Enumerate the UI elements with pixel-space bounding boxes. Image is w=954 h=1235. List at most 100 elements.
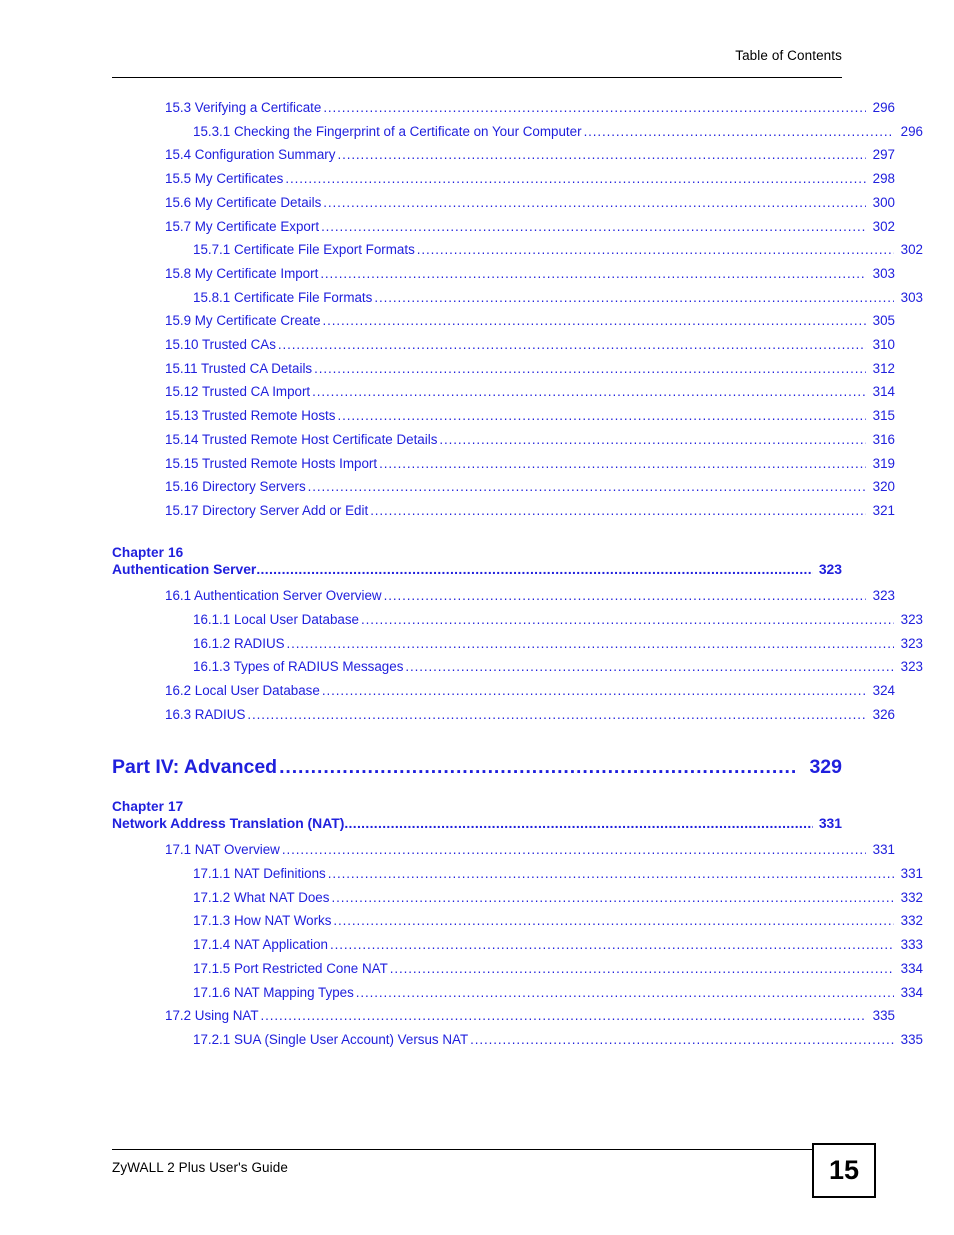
toc-part-4-row[interactable]: Part IV: Advanced 329 (112, 758, 842, 778)
toc-entry-page-number: 323 (900, 611, 923, 627)
toc-entry-label: 17.1.6 NAT Mapping Types (193, 984, 354, 1000)
toc-entry[interactable]: 16.2 Local User Database 324 (165, 682, 895, 698)
toc-chapter-16-heading[interactable]: Chapter 16 Authentication Server 323 (112, 546, 842, 578)
part-4-title: Part IV: Advanced (112, 756, 278, 779)
toc-entry-label: 17.1.1 NAT Definitions (193, 866, 326, 882)
toc-entry-page-number: 302 (900, 242, 923, 258)
toc-entry-page-number: 296 (872, 100, 895, 115)
toc-entry[interactable]: 15.5 My Certificates 298 (165, 171, 895, 187)
toc-entry-label: 15.16 Directory Servers (165, 479, 306, 495)
dot-leader (331, 891, 894, 904)
toc-entry-label: 15.7 My Certificate Export (165, 218, 320, 234)
toc-entry[interactable]: 15.3 Verifying a Certificate 296 (165, 100, 895, 115)
dot-leader (405, 660, 894, 673)
toc-group-chapter-17: 17.1 NAT Overview331 17.1.1 NAT Definitio… (112, 843, 923, 1046)
toc-entry-page-number: 333 (900, 937, 923, 953)
chapter-17-title-row[interactable]: Network Address Translation (NAT) 331 (112, 817, 842, 831)
toc-entry-page-number: 316 (872, 431, 895, 447)
toc-entry-page-number: 326 (872, 706, 895, 722)
toc-entry-page-number: 305 (872, 313, 895, 329)
footer-guide-title: ZyWALL 2 Plus User's Guide (112, 1160, 288, 1175)
toc-entry[interactable]: 15.7.1 Certificate File Export Formats 30… (193, 242, 923, 258)
toc-entry[interactable]: 15.17 Directory Server Add or Edit 321 (165, 502, 895, 518)
toc-entry[interactable]: 15.14 Trusted Remote Host Certificate De… (165, 431, 895, 447)
toc-entry[interactable]: 17.1.4 NAT Application 333 (193, 937, 923, 953)
toc-chapter-17-heading[interactable]: Chapter 17 Network Address Translation (… (112, 800, 842, 832)
chapter-16-title: Authentication Server (112, 561, 257, 578)
toc-entry[interactable]: 15.12 Trusted CA Import 314 (165, 384, 895, 400)
toc-entry-page-number: 331 (900, 866, 923, 882)
toc-entry[interactable]: 16.1 Authentication Server Overview 323 (165, 588, 895, 604)
toc-entry-label: 15.8.1 Certificate File Formats (193, 289, 373, 305)
toc-entry[interactable]: 17.1.5 Port Restricted Cone NAT 334 (193, 960, 923, 976)
toc-entry[interactable]: 17.2 Using NAT 335 (165, 1008, 895, 1024)
toc-entry-page-number: 331 (872, 842, 895, 858)
toc-entry-label: 17.2.1 SUA (Single User Account) Versus … (193, 1032, 469, 1047)
toc-entry-label: 17.2 Using NAT (165, 1008, 259, 1024)
toc-entry-page-number: 323 (872, 588, 895, 604)
chapter-16-number-label: Chapter 16 (112, 544, 184, 560)
toc-entry-page-number: 335 (900, 1032, 923, 1047)
toc-entry-page-number: 334 (900, 984, 923, 1000)
toc-entry-page-number: 297 (872, 147, 895, 163)
toc-entry[interactable]: 15.6 My Certificate Details 300 (165, 194, 895, 210)
toc-entry-label: 16.2 Local User Database (165, 682, 320, 698)
toc-entry[interactable]: 15.3.1 Checking the Fingerprint of a Cer… (193, 124, 923, 138)
toc-entry-page-number: 320 (872, 479, 895, 495)
toc-entry[interactable]: 16.1.1 Local User Database 323 (193, 611, 923, 627)
toc-entry-label: 15.4 Configuration Summary (165, 147, 336, 163)
toc-entry-label: 15.12 Trusted CA Import (165, 384, 311, 400)
table-of-contents: 15.3 Verifying a Certificate 296 15.3.1 Ch… (112, 101, 923, 1057)
toc-entry[interactable]: 17.1 NAT Overview 331 (165, 842, 895, 858)
toc-entry[interactable]: 17.1.2 What NAT Does 332 (193, 890, 923, 904)
toc-entry[interactable]: 17.1.3 How NAT Works 332 (193, 913, 923, 929)
toc-entry[interactable]: 15.13 Trusted Remote Hosts 315 (165, 409, 895, 423)
dot-leader (344, 817, 813, 831)
dot-leader (278, 338, 866, 351)
page-number-box: 15 (812, 1143, 876, 1198)
dot-leader (384, 589, 866, 602)
toc-entry[interactable]: 17.1.1 NAT Definitions 331 (193, 866, 923, 882)
dot-leader (333, 914, 894, 927)
toc-entry-page-number: 332 (900, 913, 923, 929)
toc-entry[interactable]: 15.10 Trusted CAs 310 (165, 338, 895, 352)
toc-entry-label: 16.1.2 RADIUS (193, 635, 285, 651)
toc-entry[interactable]: 17.2.1 SUA (Single User Account) Versus … (193, 1032, 923, 1047)
dot-leader (470, 1033, 894, 1046)
toc-entry-page-number: 334 (900, 960, 923, 976)
toc-entry-page-number: 300 (872, 194, 895, 210)
header-divider-rule (112, 77, 842, 78)
chapter-17-title: Network Address Translation (NAT) (112, 815, 345, 832)
dot-leader (321, 220, 866, 233)
toc-entry[interactable]: 15.15 Trusted Remote Hosts Import 319 (165, 455, 895, 471)
dot-leader (323, 101, 866, 114)
toc-entry[interactable]: 15.8.1 Certificate File Formats 303 (193, 289, 923, 305)
toc-entry[interactable]: 16.1.2 RADIUS 323 (193, 635, 923, 651)
toc-entry-label: 16.3 RADIUS (165, 706, 246, 722)
toc-entry-page-number: 323 (900, 635, 923, 651)
toc-entry[interactable]: 17.1.6 NAT Mapping Types 334 (193, 984, 923, 1000)
toc-entry[interactable]: 16.3 RADIUS 326 (165, 706, 895, 722)
toc-entry[interactable]: 15.11 Trusted CA Details 312 (165, 361, 895, 375)
dot-leader (417, 243, 894, 256)
dot-leader (287, 637, 894, 650)
dot-leader (247, 708, 866, 721)
toc-entry[interactable]: 15.9 My Certificate Create 305 (165, 313, 895, 329)
dot-leader (330, 938, 894, 951)
toc-entry[interactable]: 15.4 Configuration Summary 297 (165, 147, 895, 163)
toc-entry-label: 16.1.3 Types of RADIUS Messages (193, 659, 404, 675)
toc-entry[interactable]: 15.7 My Certificate Export 302 (165, 218, 895, 234)
part-4-page-number: 329 (809, 756, 842, 779)
dot-leader (390, 962, 894, 975)
chapter-16-title-row[interactable]: Authentication Server 323 (112, 561, 842, 578)
toc-group-chapter-15: 15.3 Verifying a Certificate 296 15.3.1 Ch… (112, 101, 923, 518)
dot-leader (361, 613, 894, 626)
toc-entry-page-number: 319 (872, 455, 895, 471)
toc-entry-page-number: 298 (872, 171, 895, 187)
toc-entry[interactable]: 15.8 My Certificate Import 303 (165, 267, 895, 281)
toc-entry-label: 15.17 Directory Server Add or Edit (165, 502, 369, 518)
toc-entry[interactable]: 16.1.3 Types of RADIUS Messages 323 (193, 659, 923, 675)
toc-entry[interactable]: 15.16 Directory Servers 320 (165, 479, 895, 495)
